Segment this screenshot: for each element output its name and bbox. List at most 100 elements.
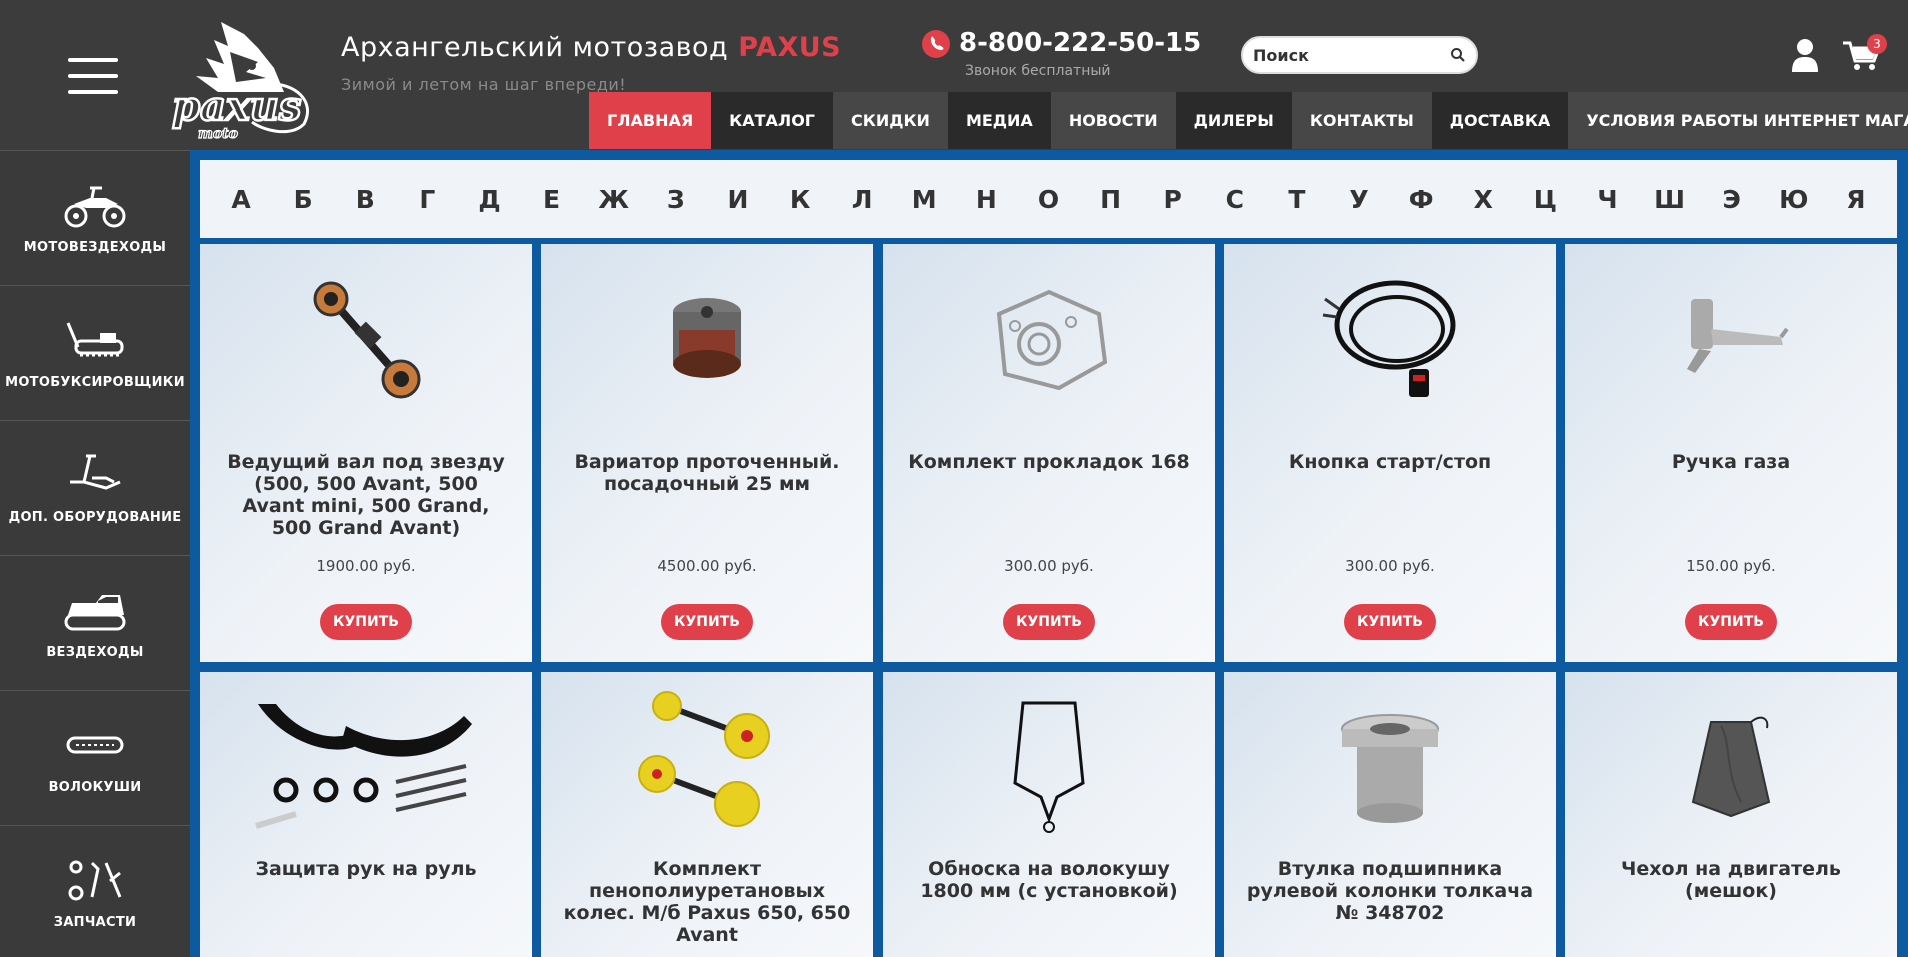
alphabet-letter[interactable]: И bbox=[718, 185, 758, 214]
alphabet-letter[interactable]: М bbox=[904, 185, 944, 214]
sidebar-item-label: МОТОБУКСИРОВЩИКИ bbox=[5, 374, 185, 390]
svg-text:paxus: paxus bbox=[172, 83, 301, 130]
nav-contacts[interactable]: КОНТАКТЫ bbox=[1291, 92, 1432, 149]
product-price: 1900.00 руб. bbox=[316, 557, 416, 575]
sidebar-item-label: ВОЛОКУШИ bbox=[48, 779, 142, 795]
sidebar-item-parts[interactable]: ЗАПЧАСТИ bbox=[0, 826, 190, 957]
alphabet-letter[interactable]: Д bbox=[469, 185, 509, 214]
alphabet-letter[interactable]: Р bbox=[1153, 185, 1193, 214]
product-name[interactable]: Вариатор проточенный. посадочный 25 мм bbox=[561, 451, 853, 495]
alphabet-letter[interactable]: У bbox=[1339, 185, 1379, 214]
product-card[interactable]: Защита рук на руль bbox=[200, 672, 532, 957]
nav-dealers[interactable]: ДИЛЕРЫ bbox=[1175, 92, 1292, 149]
buy-button[interactable]: КУПИТЬ bbox=[320, 604, 412, 640]
product-card[interactable]: Вариатор проточенный. посадочный 25 мм 4… bbox=[541, 244, 873, 662]
brand-title: Архангельский мотозавод PAXUS bbox=[341, 32, 841, 63]
product-price: 300.00 руб. bbox=[1004, 557, 1094, 575]
alphabet-letter[interactable]: Ю bbox=[1774, 185, 1814, 214]
alphabet-letter[interactable]: В bbox=[345, 185, 385, 214]
wrench-parts-icon bbox=[68, 860, 122, 900]
nav-news[interactable]: НОВОСТИ bbox=[1050, 92, 1176, 149]
main-nav: ГЛАВНАЯ КАТАЛОГ СКИДКИ МЕДИА НОВОСТИ ДИЛ… bbox=[589, 92, 1908, 149]
alphabet-letter[interactable]: Л bbox=[842, 185, 882, 214]
product-card[interactable]: Втулка подшипника рулевой колонки толкач… bbox=[1224, 672, 1556, 957]
product-name[interactable]: Ведущий вал под звезду (500, 500 Avant, … bbox=[220, 451, 512, 539]
product-card[interactable]: Ручка газа 150.00 руб. КУПИТЬ bbox=[1565, 244, 1897, 662]
nav-delivery[interactable]: ДОСТАВКА bbox=[1431, 92, 1569, 149]
product-name[interactable]: Комплект прокладок 168 bbox=[903, 451, 1195, 473]
alphabet-letter[interactable]: Ж bbox=[594, 185, 634, 214]
phone-icon bbox=[922, 30, 950, 58]
alphabet-letter[interactable]: С bbox=[1215, 185, 1255, 214]
throttle-handle-icon bbox=[1631, 264, 1831, 414]
atv-icon bbox=[64, 186, 126, 227]
sidebar-item-tracked[interactable]: ВЕЗДЕХОДЫ bbox=[0, 556, 190, 691]
brand-accent: PAXUS bbox=[738, 32, 842, 63]
product-card[interactable]: Комплект прокладок 168 300.00 руб. КУПИТ… bbox=[883, 244, 1215, 662]
sidebar-item-label: ЗАПЧАСТИ bbox=[53, 914, 137, 930]
start-stop-button-icon bbox=[1290, 264, 1490, 414]
site-header: paxus moto Архангельский мотозавод PAXUS … bbox=[0, 0, 1908, 152]
alphabet-letter[interactable]: Х bbox=[1463, 185, 1503, 214]
product-price: 4500.00 руб. bbox=[657, 557, 757, 575]
search-input[interactable] bbox=[1253, 44, 1443, 66]
nav-media[interactable]: МЕДИА bbox=[947, 92, 1051, 149]
alphabet-letter[interactable]: Э bbox=[1712, 185, 1752, 214]
alphabet-letter[interactable]: Ц bbox=[1525, 185, 1565, 214]
product-name[interactable]: Чехол на двигатель (мешок) bbox=[1585, 858, 1877, 902]
product-card[interactable]: Комплект пенополиуретановых колес. М/б P… bbox=[541, 672, 873, 957]
bushing-icon bbox=[1290, 692, 1490, 842]
alphabet-letter[interactable]: З bbox=[656, 185, 696, 214]
sled-hitch-icon bbox=[949, 692, 1149, 842]
alphabet-letter[interactable]: К bbox=[780, 185, 820, 214]
user-icon[interactable] bbox=[1791, 38, 1819, 72]
alphabet-letter[interactable]: Е bbox=[532, 185, 572, 214]
nav-store-terms[interactable]: УСЛОВИЯ РАБОТЫ ИНТЕРНЕТ МАГАЗИНА bbox=[1568, 92, 1908, 149]
wheels-set-icon bbox=[607, 686, 807, 836]
alphabet-letter[interactable]: Н bbox=[966, 185, 1006, 214]
product-card[interactable]: Кнопка старт/стоп 300.00 руб. КУПИТЬ bbox=[1224, 244, 1556, 662]
sidebar-item-equipment[interactable]: ДОП. ОБОРУДОВАНИЕ bbox=[0, 421, 190, 556]
buy-button[interactable]: КУПИТЬ bbox=[661, 604, 753, 640]
alphabet-letter[interactable]: Т bbox=[1277, 185, 1317, 214]
product-name[interactable]: Втулка подшипника рулевой колонки толкач… bbox=[1244, 858, 1536, 924]
menu-hamburger-icon[interactable] bbox=[68, 58, 118, 94]
paxus-logo[interactable]: paxus moto bbox=[166, 12, 326, 143]
alphabet-filter: АБВГДЕЖЗИКЛМНОПРСТУФХЦЧШЭЮЯ bbox=[200, 160, 1897, 238]
sidebar-item-towing[interactable]: МОТОБУКСИРОВЩИКИ bbox=[0, 286, 190, 421]
variator-icon bbox=[607, 264, 807, 414]
category-sidebar: МОТОВЕЗДЕХОДЫ МОТОБУКСИРОВЩИКИ ДОП. ОБОР… bbox=[0, 150, 190, 957]
alphabet-letter[interactable]: О bbox=[1028, 185, 1068, 214]
sidebar-item-label: МОТОВЕЗДЕХОДЫ bbox=[23, 239, 167, 255]
alphabet-letter[interactable]: Ч bbox=[1587, 185, 1627, 214]
product-name[interactable]: Защита рук на руль bbox=[220, 858, 512, 880]
nav-discounts[interactable]: СКИДКИ bbox=[833, 92, 948, 149]
alphabet-letter[interactable]: Б bbox=[283, 185, 323, 214]
cart-count-badge: 3 bbox=[1867, 34, 1887, 54]
alphabet-letter[interactable]: П bbox=[1091, 185, 1131, 214]
product-name[interactable]: Ручка газа bbox=[1585, 451, 1877, 473]
nav-home[interactable]: ГЛАВНАЯ bbox=[589, 92, 712, 149]
alphabet-letter[interactable]: Я bbox=[1836, 185, 1876, 214]
alphabet-letter[interactable]: А bbox=[221, 185, 261, 214]
product-card[interactable]: Чехол на двигатель (мешок) bbox=[1565, 672, 1897, 957]
buy-button[interactable]: КУПИТЬ bbox=[1685, 604, 1777, 640]
product-name[interactable]: Обноска на волокушу 1800 мм (с установко… bbox=[903, 858, 1195, 902]
product-name[interactable]: Кнопка старт/стоп bbox=[1244, 451, 1536, 473]
product-card[interactable]: Ведущий вал под звезду (500, 500 Avant, … bbox=[200, 244, 532, 662]
brand-name: Архангельский мотозавод bbox=[341, 32, 729, 63]
nav-catalog[interactable]: КАТАЛОГ bbox=[711, 92, 833, 149]
plow-icon bbox=[70, 454, 121, 490]
sidebar-item-sleds[interactable]: ВОЛОКУШИ bbox=[0, 691, 190, 826]
phone-number[interactable]: 8-800-222-50-15 bbox=[959, 28, 1201, 58]
alphabet-letter[interactable]: Г bbox=[407, 185, 447, 214]
sidebar-item-atv[interactable]: МОТОВЕЗДЕХОДЫ bbox=[0, 151, 190, 286]
product-name[interactable]: Комплект пенополиуретановых колес. М/б P… bbox=[561, 858, 853, 946]
search-icon[interactable] bbox=[1450, 47, 1466, 63]
gasket-set-icon bbox=[949, 264, 1149, 414]
product-card[interactable]: Обноска на волокушу 1800 мм (с установко… bbox=[883, 672, 1215, 957]
buy-button[interactable]: КУПИТЬ bbox=[1003, 604, 1095, 640]
buy-button[interactable]: КУПИТЬ bbox=[1344, 604, 1436, 640]
alphabet-letter[interactable]: Ф bbox=[1401, 185, 1441, 214]
alphabet-letter[interactable]: Ш bbox=[1650, 185, 1690, 214]
